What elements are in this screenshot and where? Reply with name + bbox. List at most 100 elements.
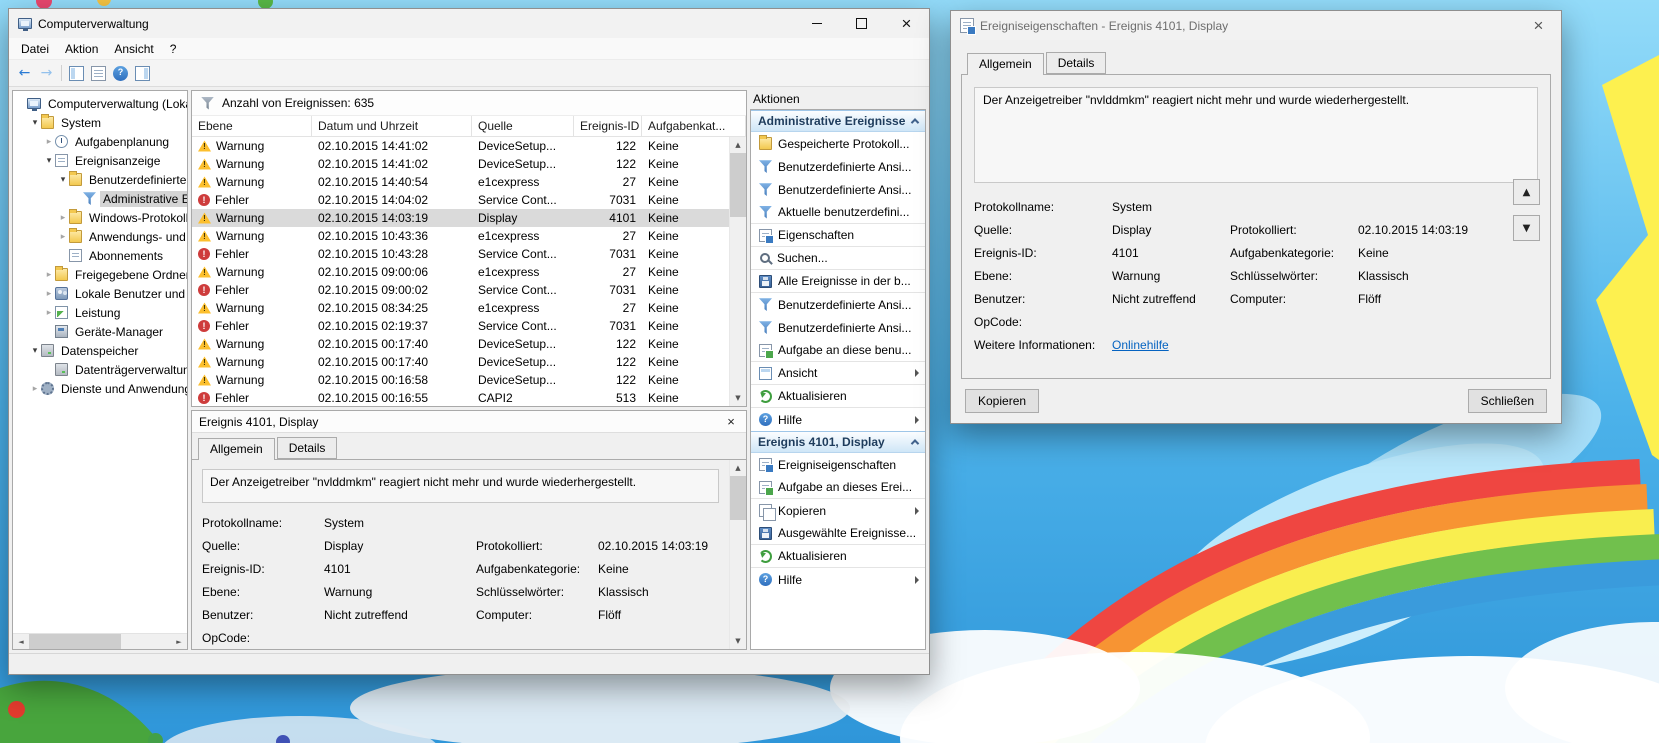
desktop-icon[interactable] (148, 733, 163, 743)
scrollbar-track[interactable] (730, 476, 746, 633)
help-icon[interactable] (113, 65, 128, 81)
event-row[interactable]: Warnung 02.10.2015 00:17:40 DeviceSetup.… (192, 335, 729, 353)
online-help-link[interactable]: Onlinehilfe (1112, 338, 1230, 353)
close-icon[interactable] (884, 9, 929, 38)
action-item[interactable]: Alle Ereignisse in der b... (751, 270, 925, 293)
titlebar[interactable]: Computerverwaltung (9, 9, 929, 38)
desktop-icon[interactable] (276, 735, 290, 743)
tree-item[interactable]: System (13, 113, 187, 132)
column-header-quelle[interactable]: Quelle (472, 116, 574, 136)
action-item[interactable]: Aufgabe an dieses Erei... (751, 476, 925, 499)
copy-button[interactable]: Kopieren (965, 389, 1040, 413)
expander-icon[interactable] (57, 213, 69, 223)
scroll-right-icon[interactable]: ► (171, 634, 187, 650)
expander-icon[interactable] (43, 137, 55, 147)
action-item[interactable]: Aktualisieren (751, 545, 925, 568)
expander-icon[interactable] (57, 232, 69, 242)
scrollbar-thumb[interactable] (730, 476, 746, 520)
event-row[interactable]: Fehler 02.10.2015 02:19:37 Service Cont.… (192, 317, 729, 335)
scroll-down-icon[interactable]: ▼ (730, 390, 746, 406)
vertical-scrollbar[interactable]: ▲ ▼ (729, 137, 746, 406)
action-item[interactable]: Gespeicherte Protokoll... (751, 132, 925, 155)
tree-item[interactable]: Freigegebene Ordner (13, 265, 187, 284)
action-item[interactable]: Hilfe (751, 568, 925, 591)
close-icon[interactable]: × (723, 414, 739, 429)
tab-allgemein[interactable]: Allgemein (198, 438, 275, 460)
scroll-down-icon[interactable]: ▼ (730, 633, 746, 649)
forward-icon[interactable] (39, 66, 54, 81)
tab-details[interactable]: Details (276, 437, 338, 459)
tab-allgemein[interactable]: Allgemein (967, 53, 1044, 75)
desktop-icon[interactable] (8, 701, 25, 718)
tree-item[interactable]: Anwendungs- und D (13, 227, 187, 246)
vertical-scrollbar[interactable]: ▲ ▼ (729, 460, 746, 649)
event-row[interactable]: Fehler 02.10.2015 10:43:28 Service Cont.… (192, 245, 729, 263)
titlebar[interactable]: Ereigniseigenschaften - Ereignis 4101, D… (951, 11, 1561, 40)
tree-item[interactable]: Datenspeicher (13, 341, 187, 360)
expander-icon[interactable] (29, 118, 41, 128)
scrollbar-thumb[interactable] (29, 633, 121, 649)
next-event-button[interactable]: ▼ (1513, 215, 1540, 241)
scroll-up-icon[interactable]: ▲ (730, 137, 746, 153)
expander-icon[interactable] (29, 384, 41, 394)
tree-item[interactable]: Ereignisanzeige (13, 151, 187, 170)
action-item[interactable]: Benutzerdefinierte Ansi... (751, 178, 925, 201)
scrollbar-track[interactable] (730, 153, 746, 390)
event-row[interactable]: Warnung 02.10.2015 14:03:19 Display 4101… (192, 209, 729, 227)
event-row[interactable]: Warnung 02.10.2015 14:41:02 DeviceSetup.… (192, 137, 729, 155)
menu-item[interactable]: Ansicht (106, 39, 161, 59)
column-header-aufgabenkategorie[interactable]: Aufgabenkat... (642, 116, 746, 136)
action-item[interactable]: Benutzerdefinierte Ansi... (751, 316, 925, 339)
actions-section-header[interactable]: Ereignis 4101, Display (751, 431, 925, 453)
action-item[interactable]: Benutzerdefinierte Ansi... (751, 155, 925, 178)
expander-icon[interactable] (29, 346, 41, 356)
tree-item[interactable]: Computerverwaltung (Lokal) (13, 94, 187, 113)
event-row[interactable]: Warnung 02.10.2015 09:00:06 e1cexpress 2… (192, 263, 729, 281)
action-item[interactable]: Hilfe (751, 408, 925, 431)
previous-event-button[interactable]: ▲ (1513, 179, 1540, 205)
action-item[interactable]: Ausgewählte Ereignisse... (751, 522, 925, 545)
tree-item[interactable]: Lokale Benutzer und Gr (13, 284, 187, 303)
event-row[interactable]: Warnung 02.10.2015 08:34:25 e1cexpress 2… (192, 299, 729, 317)
event-row[interactable]: Warnung 02.10.2015 14:41:02 DeviceSetup.… (192, 155, 729, 173)
tree-item[interactable]: Benutzerdefinierte A (13, 170, 187, 189)
menu-item[interactable]: ? (162, 39, 185, 59)
horizontal-scrollbar[interactable]: ◄ ► (13, 633, 187, 649)
expander-icon[interactable] (57, 175, 69, 185)
show-console-tree-icon[interactable] (69, 65, 84, 81)
action-item[interactable]: Aufgabe an diese benu... (751, 339, 925, 362)
column-header-ereignis-id[interactable]: Ereignis-ID (574, 116, 642, 136)
expander-icon[interactable] (43, 270, 55, 280)
tree-item[interactable]: Windows-Protokolle (13, 208, 187, 227)
menu-item[interactable]: Aktion (57, 39, 106, 59)
scrollbar-thumb[interactable] (730, 153, 746, 217)
action-item[interactable]: Kopieren (751, 499, 925, 522)
maximize-icon[interactable] (839, 9, 884, 38)
expander-icon[interactable] (43, 156, 55, 166)
back-icon[interactable] (17, 66, 32, 81)
tree-item[interactable]: Datenträgerverwaltung (13, 360, 187, 379)
event-row[interactable]: Warnung 02.10.2015 00:17:40 DeviceSetup.… (192, 353, 729, 371)
action-item[interactable]: Suchen... (751, 247, 925, 270)
show-action-pane-icon[interactable] (135, 65, 150, 81)
scrollbar-track[interactable] (29, 633, 171, 649)
minimize-icon[interactable] (794, 9, 839, 38)
tree-item[interactable]: Leistung (13, 303, 187, 322)
column-header-ebene[interactable]: Ebene (192, 116, 312, 136)
event-row[interactable]: Warnung 02.10.2015 10:43:36 e1cexpress 2… (192, 227, 729, 245)
event-row[interactable]: Warnung 02.10.2015 14:40:54 e1cexpress 2… (192, 173, 729, 191)
actions-section-header[interactable]: Administrative Ereignisse (751, 110, 925, 132)
expander-icon[interactable] (43, 289, 55, 299)
action-item[interactable]: Benutzerdefinierte Ansi... (751, 293, 925, 316)
tree-item[interactable]: Dienste und Anwendungen (13, 379, 187, 398)
action-item[interactable]: Ereigniseigenschaften (751, 453, 925, 476)
close-icon[interactable] (1516, 11, 1561, 40)
event-row[interactable]: Fehler 02.10.2015 00:16:55 CAPI2 513 Kei… (192, 389, 729, 406)
event-row[interactable]: Fehler 02.10.2015 14:04:02 Service Cont.… (192, 191, 729, 209)
event-row[interactable]: Fehler 02.10.2015 09:00:02 Service Cont.… (192, 281, 729, 299)
event-row[interactable]: Warnung 02.10.2015 00:16:58 DeviceSetup.… (192, 371, 729, 389)
action-item[interactable]: Ansicht (751, 362, 925, 385)
tree-item[interactable]: Abonnements (13, 246, 187, 265)
close-button[interactable]: Schließen (1467, 389, 1547, 413)
tree-item[interactable]: Aufgabenplanung (13, 132, 187, 151)
